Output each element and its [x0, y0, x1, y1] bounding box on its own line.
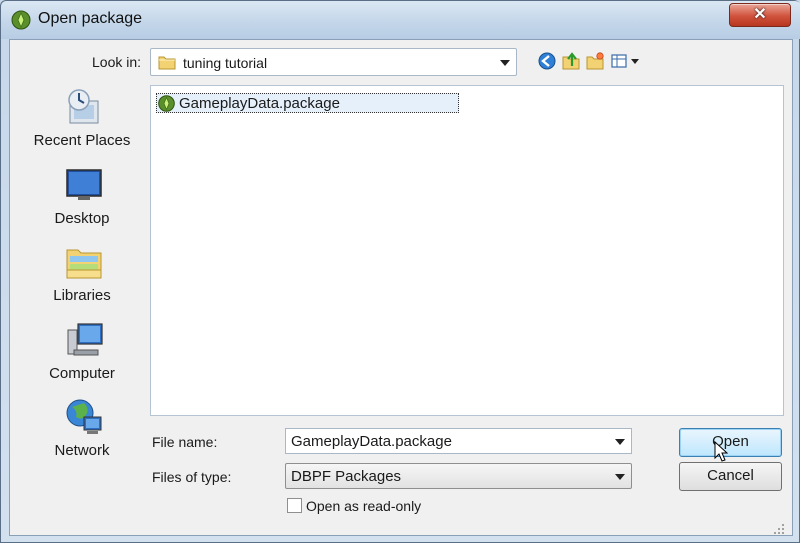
place-label: Network — [54, 442, 110, 459]
chevron-down-icon[interactable] — [615, 474, 625, 480]
sims-package-icon — [158, 95, 175, 112]
list-item[interactable]: GameplayData.package — [156, 93, 459, 113]
look-in-value: tuning tutorial — [183, 55, 268, 71]
mouse-cursor-icon — [714, 441, 728, 462]
computer-icon — [67, 323, 103, 356]
view-menu-icon[interactable] — [610, 51, 642, 71]
place-label: Desktop — [54, 210, 110, 227]
look-in-dropdown[interactable]: tuning tutorial — [150, 48, 517, 76]
cancel-button[interactable]: Cancel — [679, 462, 782, 491]
place-desktop[interactable]: Desktop — [18, 165, 146, 237]
file-name: GameplayData.package — [179, 95, 340, 112]
open-package-dialog: Open package ✕ Look in: tuning tutorial — [0, 0, 800, 543]
back-icon[interactable] — [537, 51, 557, 71]
file-type-value: DBPF Packages — [291, 468, 402, 485]
chevron-down-icon[interactable] — [615, 439, 625, 445]
place-libraries[interactable]: Libraries — [18, 242, 146, 314]
close-button[interactable]: ✕ — [729, 3, 791, 27]
libraries-icon — [66, 249, 102, 279]
file-name-label: File name: — [152, 434, 218, 450]
places-bar: Recent Places Desktop Libraries Computer… — [18, 87, 146, 487]
sims-plumbob-icon — [11, 10, 31, 30]
network-icon — [66, 399, 102, 434]
read-only-label: Open as read-only — [306, 498, 422, 514]
folder-icon — [158, 56, 176, 70]
file-list[interactable]: GameplayData.package — [150, 85, 784, 416]
place-label: Computer — [49, 365, 115, 382]
resize-grip-icon[interactable] — [773, 523, 785, 535]
place-label: Libraries — [53, 287, 111, 304]
recent-places-icon — [68, 89, 99, 124]
place-recent-places[interactable]: Recent Places — [18, 87, 146, 159]
read-only-checkbox[interactable] — [287, 498, 302, 513]
up-folder-icon[interactable] — [561, 51, 581, 71]
file-type-label: Files of type: — [152, 469, 232, 485]
place-label: Recent Places — [33, 132, 131, 149]
chevron-down-icon[interactable] — [500, 60, 510, 66]
look-in-label: Look in: — [92, 54, 142, 70]
open-button[interactable]: Open — [679, 428, 782, 457]
title-bar[interactable]: Open package ✕ — [1, 1, 800, 39]
file-name-input[interactable]: GameplayData.package — [285, 428, 632, 454]
close-icon: ✕ — [753, 6, 767, 23]
place-computer[interactable]: Computer — [18, 320, 146, 392]
dialog-body: Look in: tuning tutorial Recent Places D… — [9, 39, 793, 536]
window-title: Open package — [38, 10, 143, 27]
desktop-icon — [66, 169, 102, 200]
file-type-select[interactable]: DBPF Packages — [285, 463, 632, 489]
file-name-value: GameplayData.package — [291, 433, 452, 450]
place-network[interactable]: Network — [18, 397, 146, 469]
new-folder-icon[interactable] — [585, 51, 605, 71]
